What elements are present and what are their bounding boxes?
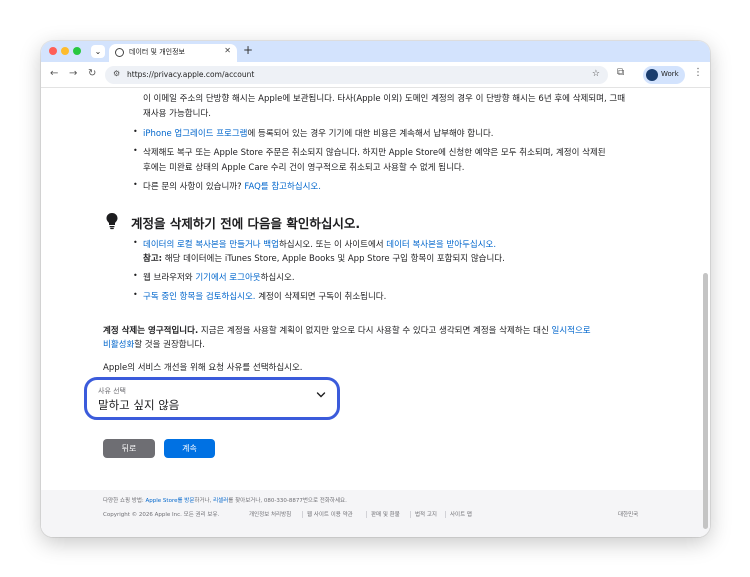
minimize-window-button[interactable] — [61, 47, 69, 55]
tab-title: 데이터 및 개인정보 — [129, 48, 185, 56]
check2-post: 하십시오. — [260, 273, 295, 283]
select-value: 말하고 싶지 않음 — [98, 398, 180, 412]
list-item: 데이터의 로컬 복사본을 만들거나 백업하십시오. 또는 이 사이트에서 데이터… — [143, 238, 496, 250]
check3-rest: 계정이 삭제되면 구독이 취소됩니다. — [258, 292, 387, 302]
reason-select[interactable]: 사유 선택 말하고 싶지 않음 — [84, 377, 340, 420]
new-tab-button[interactable]: + — [243, 43, 253, 57]
sales-refund-link[interactable]: 판매 및 환불 — [371, 510, 400, 518]
footer-divider — [366, 511, 367, 518]
review-subscriptions-link[interactable]: 구독 중인 항목을 검토하십시오. — [143, 292, 255, 302]
local-backup-link[interactable]: 데이터의 로컬 복사본을 만들거나 백업 — [143, 240, 279, 250]
browser-toolbar: ← → ↻ ⚙ https://privacy.apple.com/accoun… — [41, 62, 710, 88]
privacy-policy-link[interactable]: 개인정보 처리방침 — [249, 510, 291, 518]
more-menu-icon[interactable]: ⋮ — [693, 67, 703, 78]
page-content: 이 이메일 주소의 단방향 해시는 Apple에 보관됩니다. 타사(Apple… — [41, 88, 710, 537]
region-link[interactable]: 대한민국 — [618, 510, 638, 518]
copyright: Copyright © 2026 Apple Inc. 모든 권리 보유. — [103, 512, 220, 518]
list-item: iPhone 업그레이드 프로그램에 등록되어 있는 경우 기기에 대한 비용은… — [143, 127, 493, 139]
note-text: 해당 데이터에는 iTunes Store, Apple Books 및 App… — [164, 254, 505, 264]
footer-divider — [302, 511, 303, 518]
footer-divider — [445, 511, 446, 518]
bullet-icon: • — [133, 180, 138, 189]
footer: 다양한 쇼핑 방법: Apple Store를 방문하거나, 리셀러를 찾아보거… — [41, 490, 710, 537]
warning-end: 할 것을 권장합니다. — [134, 340, 205, 350]
extensions-icon[interactable]: ⧉ — [617, 67, 624, 78]
tab-strip: ⌄ 데이터 및 개인정보 ✕ + — [41, 41, 710, 62]
deactivate-link-part2[interactable]: 비활성화 — [103, 340, 134, 350]
note-label: 참고: — [143, 254, 163, 264]
profile-chip[interactable]: Work — [643, 66, 685, 84]
reload-icon[interactable]: ↻ — [88, 68, 96, 79]
section-heading: 계정을 삭제하기 전에 다음을 확인하십시오. — [131, 216, 361, 231]
bullet-icon: • — [133, 238, 138, 247]
iphone-upgrade-link[interactable]: iPhone 업그레이드 프로그램 — [143, 129, 247, 139]
browser-window: ⌄ 데이터 및 개인정보 ✕ + ← → ↻ ⚙ https://privacy… — [41, 41, 710, 537]
lightbulb-icon — [106, 213, 118, 230]
deactivate-link-part1[interactable]: 일시적으로 — [552, 326, 591, 336]
bullet2-line1: 삭제해도 복구 또는 Apple Store 주문은 취소되지 않습니다. 하지… — [143, 148, 606, 158]
bullet-icon: • — [133, 146, 138, 155]
check2-pre: 웹 브라우저와 — [143, 273, 193, 283]
info-line-2: 재사용 가능합니다. — [143, 109, 211, 119]
shopping-mid: 하거나, — [194, 498, 212, 504]
bullet2-line2: 후에는 미완료 상태의 Apple Care 수리 건이 영구적으로 취소되고 … — [143, 163, 465, 173]
address-bar[interactable]: ⚙ https://privacy.apple.com/account ☆ — [105, 66, 608, 84]
tab-privacy[interactable]: 데이터 및 개인정보 ✕ — [109, 44, 237, 62]
apple-store-link[interactable]: Apple Store를 방문 — [146, 498, 195, 504]
maximize-window-button[interactable] — [73, 47, 81, 55]
site-settings-icon[interactable]: ⚙ — [113, 69, 120, 78]
reason-prompt: Apple의 서비스 개선을 위해 요청 사유를 선택하십시오. — [103, 363, 303, 373]
back-arrow-icon[interactable]: ← — [50, 68, 58, 79]
warning-line-1: 계정 삭제는 영구적입니다. 지금은 계정을 사용할 계획이 없지만 앞으로 다… — [103, 324, 591, 336]
data-copy-link[interactable]: 데이터 복사본을 받아두십시오. — [386, 240, 496, 250]
list-item: 웹 브라우저와 기기에서 로그아웃하십시오. — [143, 271, 295, 283]
footer-divider — [410, 511, 411, 518]
bullet1-text: 에 등록되어 있는 경우 기기에 대한 비용은 계속해서 납부해야 합니다. — [247, 129, 494, 139]
list-item: 다른 문의 사항이 있습니까? FAQ를 참고하십시오. — [143, 180, 321, 192]
forward-arrow-icon[interactable]: → — [69, 68, 77, 79]
scrollbar-thumb[interactable] — [703, 273, 708, 529]
faq-link[interactable]: FAQ를 참고하십시오. — [244, 182, 321, 192]
legal-link[interactable]: 법적 고지 — [415, 510, 437, 518]
close-window-button[interactable] — [49, 47, 57, 55]
tab-search-chevron-icon[interactable]: ⌄ — [91, 45, 105, 58]
info-line-1: 이 이메일 주소의 단방향 해시는 Apple에 보관됩니다. 타사(Apple… — [143, 94, 626, 104]
shopping-line: 다양한 쇼핑 방법: Apple Store를 방문하거나, 리셀러를 찾아보거… — [103, 496, 347, 504]
bullet-icon: • — [133, 290, 138, 299]
bullet-icon: • — [133, 271, 138, 280]
back-button[interactable]: 뒤로 — [103, 439, 155, 458]
list-item: 구독 중인 항목을 검토하십시오. 계정이 삭제되면 구독이 취소됩니다. — [143, 290, 386, 302]
warning-text: 지금은 계정을 사용할 계획이 없지만 앞으로 다시 사용할 수 있다고 생각되… — [200, 326, 549, 336]
check1-note: 참고: 해당 데이터에는 iTunes Store, Apple Books 및… — [143, 252, 505, 264]
shopping-pre: 다양한 쇼핑 방법: — [103, 498, 144, 504]
reseller-link[interactable]: 리셀러 — [213, 498, 228, 504]
continue-button[interactable]: 계속 — [164, 439, 215, 458]
chevron-down-icon — [316, 392, 326, 398]
terms-link[interactable]: 웹 사이트 이용 약관 — [307, 510, 353, 518]
globe-icon — [115, 48, 124, 57]
bookmark-star-icon[interactable]: ☆ — [592, 69, 600, 79]
sitemap-link[interactable]: 사이트 맵 — [450, 510, 472, 518]
shopping-post: 를 찾아보거나, 080-330-8877번으로 전화하세요. — [228, 498, 347, 504]
select-label: 사유 선택 — [98, 387, 126, 395]
avatar — [646, 69, 658, 81]
check1-mid: 하십시오. 또는 이 사이트에서 — [278, 240, 384, 250]
faq-question: 다른 문의 사항이 있습니까? — [143, 182, 242, 192]
warning-bold: 계정 삭제는 영구적입니다. — [103, 326, 199, 336]
profile-name: Work — [661, 70, 679, 78]
sign-out-link[interactable]: 기기에서 로그아웃 — [195, 273, 260, 283]
warning-line-2: 비활성화할 것을 권장합니다. — [103, 338, 205, 350]
bullet-icon: • — [133, 127, 138, 136]
tab-close-icon[interactable]: ✕ — [224, 46, 231, 55]
url-text[interactable]: https://privacy.apple.com/account — [127, 70, 254, 79]
